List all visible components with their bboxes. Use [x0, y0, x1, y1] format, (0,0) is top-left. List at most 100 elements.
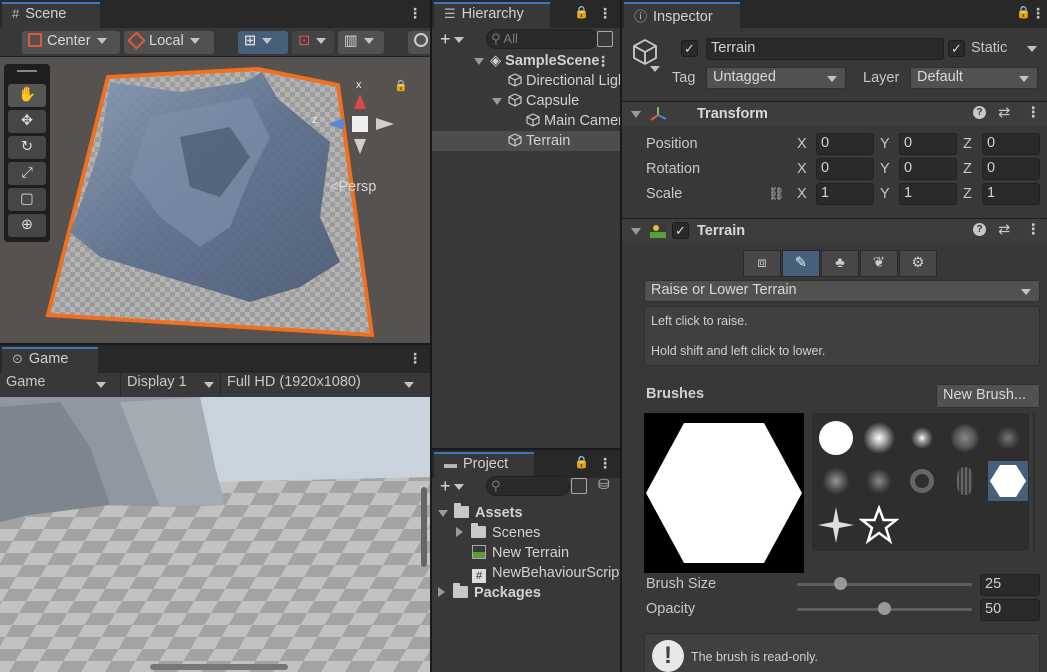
scale-z-field[interactable]: 1: [982, 183, 1040, 205]
hierarchy-item-capsule[interactable]: Capsule: [492, 91, 620, 111]
rotation-y-field[interactable]: 0: [899, 158, 957, 180]
lock-icon[interactable]: 🔒: [1016, 5, 1031, 21]
increment-snap-button[interactable]: ⊡: [292, 31, 334, 54]
position-z-field[interactable]: 0: [982, 133, 1040, 155]
grid-snap-button[interactable]: ⊞: [238, 31, 288, 54]
tab-inspector[interactable]: ⓘ Inspector: [624, 2, 740, 28]
help-icon[interactable]: ?: [973, 106, 986, 119]
rotation-x-field[interactable]: 0: [816, 158, 874, 180]
static-dropdown-icon[interactable]: [1027, 46, 1037, 52]
preset-icon[interactable]: ⇄: [998, 222, 1010, 238]
project-add-button[interactable]: +: [440, 477, 470, 497]
hierarchy-search-input[interactable]: ⚲ All: [486, 29, 598, 49]
paint-terrain-icon[interactable]: ✎: [782, 250, 820, 277]
gizmo-lock-icon[interactable]: 🔒: [394, 79, 408, 92]
display-dropdown[interactable]: Display 1: [120, 373, 220, 397]
brush-splatter-1[interactable]: [816, 461, 856, 501]
hierarchy-add-button[interactable]: +: [440, 30, 470, 50]
brush-cloud[interactable]: [945, 418, 985, 458]
project-item-scenes[interactable]: Scenes: [456, 523, 540, 543]
ruler-tool-button[interactable]: ▥: [338, 31, 384, 54]
pivot-mode-dropdown[interactable]: Center: [22, 31, 120, 54]
terrain-component-header[interactable]: ✓ Terrain ? ⇄ ⋮: [622, 218, 1047, 243]
brush-soft-circle[interactable]: [859, 418, 899, 458]
opacity-slider-handle[interactable]: [878, 602, 891, 615]
hierarchy-item-terrain[interactable]: Terrain: [432, 131, 620, 151]
scale-y-field[interactable]: 1: [899, 183, 957, 205]
game-scrollbar[interactable]: [150, 664, 288, 670]
hierarchy-search-options-icon[interactable]: [597, 31, 613, 47]
project-item-assets[interactable]: Assets: [438, 503, 523, 523]
create-neighbor-terrain-icon[interactable]: ⧈: [743, 250, 781, 277]
brush-size-slider-track[interactable]: [797, 583, 972, 586]
brush-ring[interactable]: [902, 461, 942, 501]
brush-splatter-2[interactable]: [859, 461, 899, 501]
chevron-down-icon[interactable]: [650, 66, 660, 72]
brush-size-slider-handle[interactable]: [834, 577, 848, 590]
hand-tool-icon[interactable]: ✋: [8, 84, 46, 107]
component-menu-icon[interactable]: ⋮: [1026, 105, 1041, 121]
transform-header[interactable]: Transform ? ⇄ ⋮: [622, 101, 1047, 126]
rotation-z-field[interactable]: 0: [982, 158, 1040, 180]
brush-streaks[interactable]: [945, 461, 985, 501]
shading-mode-button[interactable]: [408, 31, 430, 54]
component-menu-icon[interactable]: ⋮: [1026, 222, 1041, 238]
inspector-menu-icon[interactable]: ⋮: [1031, 5, 1045, 23]
orientation-gizmo[interactable]: [312, 77, 402, 177]
project-item-script[interactable]: # NewBehaviourScript: [472, 563, 620, 583]
terrain-enabled-checkbox[interactable]: ✓: [672, 222, 689, 239]
project-search-input[interactable]: ⚲: [486, 476, 570, 496]
object-name-field[interactable]: Terrain: [706, 38, 944, 60]
brush-hexagon-selected[interactable]: [988, 461, 1028, 501]
position-y-field[interactable]: 0: [899, 133, 957, 155]
game-menu-icon[interactable]: ⋮: [408, 350, 422, 368]
terrain-settings-icon[interactable]: ⚙: [899, 250, 937, 277]
transform-tool-icon[interactable]: ⊕: [8, 214, 46, 237]
project-search-options-icon[interactable]: [571, 478, 587, 494]
scale-tool-icon[interactable]: ⤢: [8, 162, 46, 185]
brush-grid-scrollbar[interactable]: [1029, 413, 1033, 551]
preset-icon[interactable]: ⇄: [998, 105, 1010, 121]
hierarchy-item-directional-light[interactable]: Directional Light: [508, 71, 620, 91]
game-mode-dropdown[interactable]: Game: [0, 373, 112, 397]
rotate-tool-icon[interactable]: ↻: [8, 136, 46, 159]
brush-sparkle[interactable]: [816, 505, 856, 545]
project-filter-icon[interactable]: ⛁: [598, 476, 610, 493]
brush-star[interactable]: [858, 504, 900, 545]
tab-scene[interactable]: # Scene: [2, 2, 100, 28]
tab-game[interactable]: ⊙ Game: [2, 347, 98, 373]
help-icon[interactable]: ?: [973, 223, 986, 236]
paint-details-icon[interactable]: ❦: [860, 250, 898, 277]
brush-hard-circle[interactable]: [816, 418, 856, 458]
scene-item-menu-icon[interactable]: ⋮: [596, 53, 610, 71]
rect-tool-icon[interactable]: ▢: [8, 188, 46, 211]
project-menu-icon[interactable]: ⋮: [598, 455, 612, 473]
tab-project[interactable]: ▬ Project: [434, 452, 534, 478]
move-tool-icon[interactable]: ✥: [8, 110, 46, 133]
paint-trees-icon[interactable]: ♣: [821, 250, 859, 277]
resolution-dropdown[interactable]: Full HD (1920x1080): [220, 373, 420, 397]
static-checkbox[interactable]: ✓: [948, 40, 965, 57]
tag-dropdown[interactable]: Untagged: [706, 67, 846, 89]
scale-x-field[interactable]: 1: [816, 183, 874, 205]
game-viewport[interactable]: [0, 397, 430, 672]
terrain-tool-dropdown[interactable]: Raise or Lower Terrain: [644, 280, 1040, 302]
lock-icon[interactable]: 🔒: [574, 455, 589, 471]
constrain-proportions-icon[interactable]: ⛓: [768, 186, 785, 202]
brush-small-soft[interactable]: [902, 418, 942, 458]
position-x-field[interactable]: 0: [816, 133, 874, 155]
game-vscrollbar[interactable]: [421, 487, 427, 567]
project-item-packages[interactable]: Packages: [438, 583, 541, 603]
persp-label[interactable]: <Persp: [330, 179, 376, 195]
active-checkbox[interactable]: ✓: [681, 40, 698, 57]
brush-size-field[interactable]: 25: [980, 574, 1040, 596]
lock-icon[interactable]: 🔒: [574, 5, 589, 21]
layer-dropdown[interactable]: Default: [910, 67, 1038, 89]
scene-menu-icon[interactable]: ⋮: [408, 5, 422, 23]
hierarchy-menu-icon[interactable]: ⋮: [598, 5, 612, 23]
pivot-rotation-dropdown[interactable]: Local: [124, 31, 214, 54]
new-brush-button[interactable]: New Brush...: [936, 384, 1040, 408]
scene-viewport[interactable]: ✋ ✥ ↻ ⤢ ▢ ⊕ x z <Persp 🔒: [0, 57, 430, 343]
brush-noise[interactable]: [988, 418, 1028, 458]
opacity-field[interactable]: 50: [980, 599, 1040, 621]
